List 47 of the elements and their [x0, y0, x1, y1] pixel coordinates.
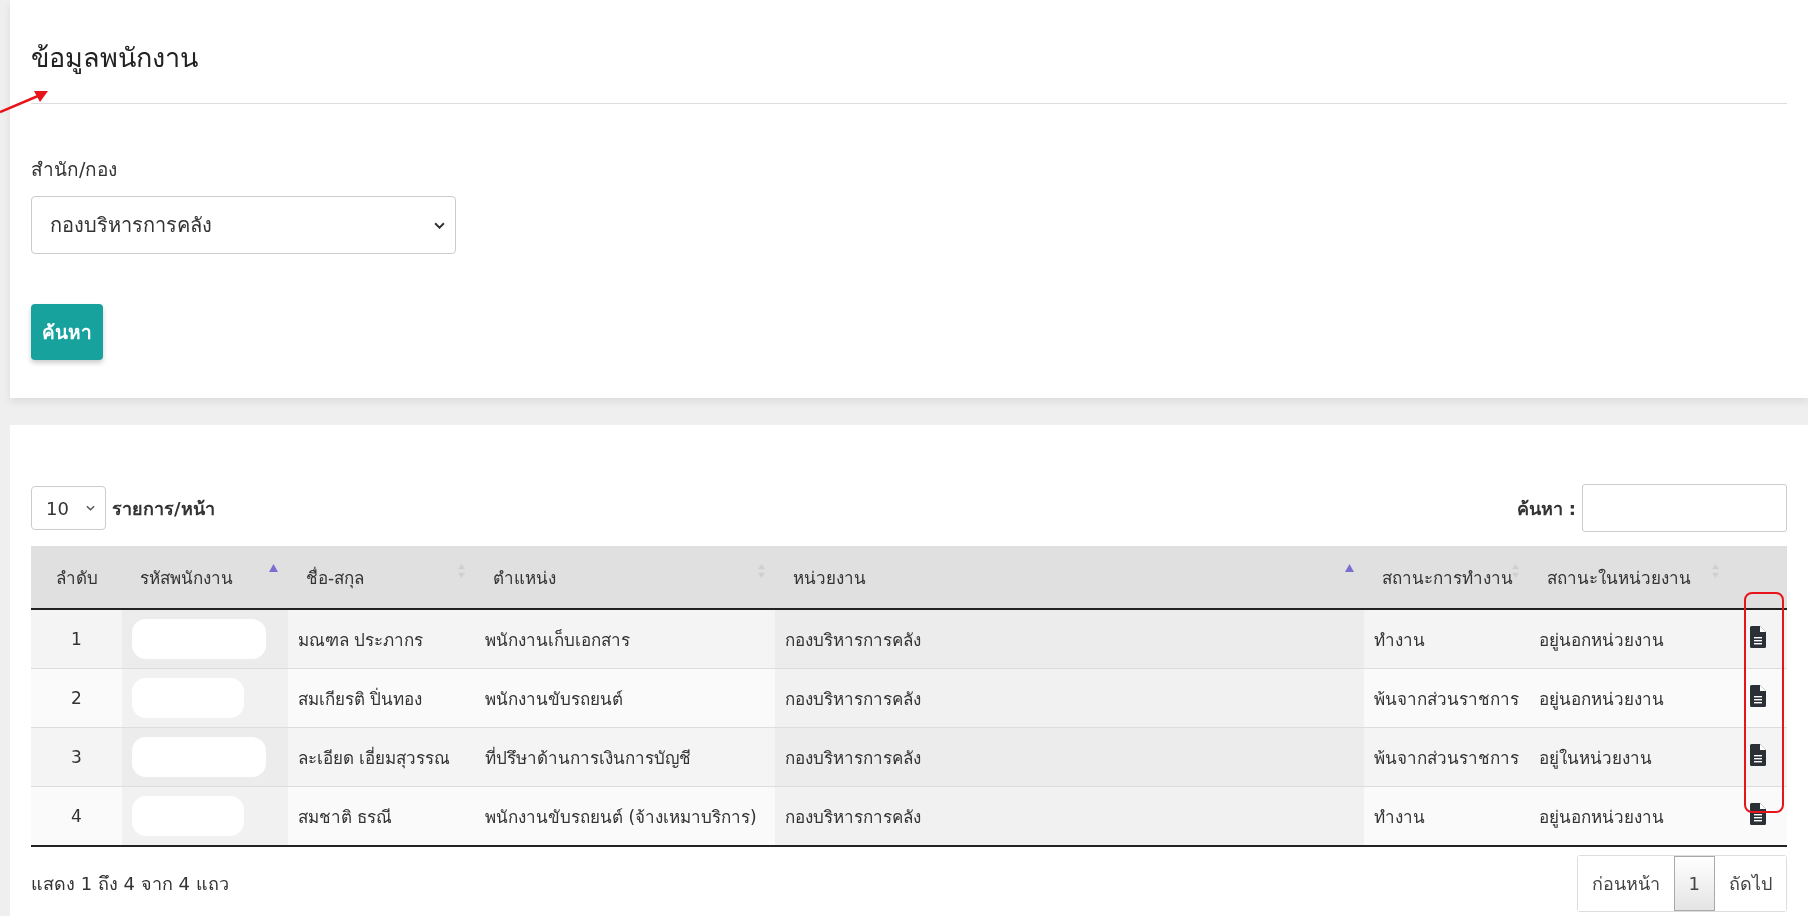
table-cell: พนักงานเก็บเอกสาร: [475, 609, 775, 669]
page-length-select[interactable]: 10: [31, 486, 106, 530]
table-cell: อยู่นอกหน่วยงาน: [1529, 609, 1729, 669]
column-header[interactable]: หน่วยงาน: [775, 546, 1364, 609]
search-label: ค้นหา :: [1516, 496, 1576, 521]
document-icon[interactable]: [1750, 685, 1766, 707]
table-cell: กองบริหารการคลัง: [775, 609, 1364, 669]
table-cell: มณฑล ประภากร: [288, 609, 475, 669]
document-icon[interactable]: [1750, 626, 1766, 648]
table-info: แสดง 1 ถึง 4 จาก 4 แถว: [31, 872, 229, 896]
table-cell: สมเกียรติ ปิ่นทอง: [288, 668, 475, 728]
table-cell: 3: [31, 727, 122, 787]
table-cell: อยู่ในหน่วยงาน: [1529, 727, 1729, 787]
table-cell: พ้นจากส่วนราชการ: [1364, 668, 1529, 728]
chevron-icon: [434, 221, 445, 229]
column-header[interactable]: ตำแหน่ง: [475, 546, 775, 609]
column-header[interactable]: รหัสพนักงาน: [122, 546, 288, 609]
table-cell: สมชาติ ธรณี: [288, 786, 475, 846]
table-cell: ทำงาน: [1364, 786, 1529, 846]
table-cell: กองบริหารการคลัง: [775, 668, 1364, 728]
pagination-button[interactable]: 1: [1673, 856, 1715, 911]
table-cell: ทำงาน: [1364, 609, 1529, 669]
table-cell: พ้นจากส่วนราชการ: [1364, 727, 1529, 787]
column-header[interactable]: สถานะในหน่วยงาน: [1529, 546, 1729, 609]
table-cell: กองบริหารการคลัง: [775, 727, 1364, 787]
document-icon[interactable]: [1750, 744, 1766, 766]
column-header[interactable]: สถานะการทำงาน: [1364, 546, 1529, 609]
table-cell: พนักงานขับรถยนต์ (จ้างเหมาบริการ): [475, 786, 775, 846]
page-title: ข้อมูลพนักงาน: [31, 41, 199, 76]
chevron-icon: [86, 505, 95, 511]
column-header[interactable]: ชื่อ-สกุล: [288, 546, 475, 609]
department-select[interactable]: กองบริหารการคลัง: [31, 196, 456, 254]
table-cell: ที่ปรึษาด้านการเงินการบัญชี: [475, 727, 775, 787]
field-label: สำนัก/กอง: [31, 157, 119, 182]
document-icon[interactable]: [1750, 803, 1766, 825]
search-field[interactable]: [1582, 484, 1787, 532]
table-cell: อยู่นอกหน่วยงาน: [1529, 786, 1729, 846]
table-cell: 2: [31, 668, 122, 728]
table-cell: 4: [31, 786, 122, 846]
table-cell: อยู่นอกหน่วยงาน: [1529, 668, 1729, 728]
page-length-label: รายการ/หน้า: [112, 496, 215, 521]
table-cell: พนักงานขับรถยนต์: [475, 668, 775, 728]
table-cell: ละเอียด เอี่ยมสุวรรณ: [288, 727, 475, 787]
table-cell: กองบริหารการคลัง: [775, 786, 1364, 846]
column-header[interactable]: ลำดับ: [31, 546, 122, 609]
annotation-arrow: [0, 88, 50, 114]
table-cell: 1: [31, 609, 122, 669]
